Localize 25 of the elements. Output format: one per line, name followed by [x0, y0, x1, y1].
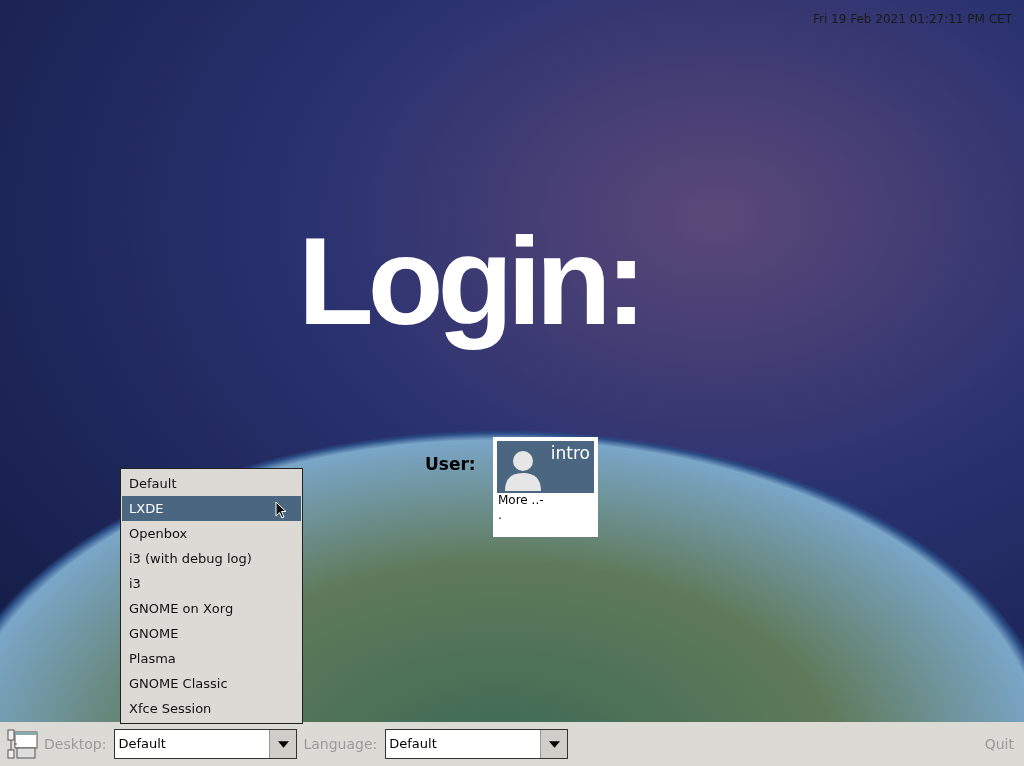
desktop-label: Desktop: — [44, 736, 107, 752]
menu-item[interactable]: GNOME Classic — [122, 671, 301, 696]
login-title: Login: — [298, 211, 641, 352]
language-label: Language: — [303, 736, 378, 752]
menu-item[interactable]: i3 — [122, 571, 301, 596]
mouse-cursor-icon — [275, 501, 287, 519]
user-name: intro — [550, 443, 590, 465]
clock: Fri 19 Feb 2021 01:27:11 PM CET — [813, 12, 1012, 26]
menu-item[interactable]: Xfce Session — [122, 696, 301, 721]
user-info: More ..- — [497, 493, 545, 508]
menu-item[interactable]: i3 (with debug log) — [122, 546, 301, 571]
caret-icon — [548, 740, 560, 748]
user-info: . — [497, 508, 503, 523]
menu-item[interactable]: Default — [122, 471, 301, 496]
menu-item[interactable]: Plasma — [122, 646, 301, 671]
language-dropdown[interactable]: Default — [385, 729, 569, 759]
menu-item[interactable]: LXDE — [122, 496, 301, 521]
user-label: User: — [425, 454, 476, 474]
desktop-windows-icon — [6, 728, 38, 760]
user-card[interactable]: intro More ..- . — [493, 437, 598, 537]
menu-item[interactable]: Openbox — [122, 521, 301, 546]
caret-icon — [277, 740, 289, 748]
menu-item[interactable]: GNOME on Xorg — [122, 596, 301, 621]
desktop-dropdown[interactable]: Default — [114, 729, 298, 759]
menu-item[interactable]: GNOME — [122, 621, 301, 646]
